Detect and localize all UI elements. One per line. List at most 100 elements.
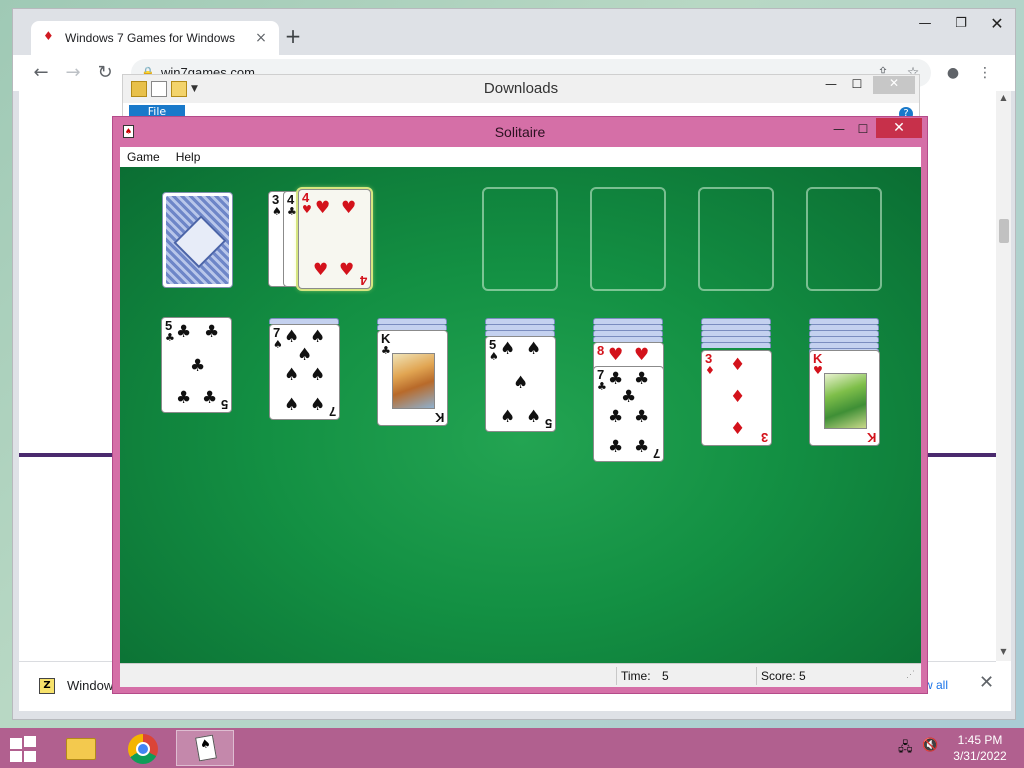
pip-club-icon: ♣ <box>190 356 206 376</box>
pip-spade-icon: ♠ <box>310 365 326 385</box>
pip-heart-icon: ♥ <box>634 345 650 365</box>
chrome-icon <box>128 734 158 764</box>
solitaire-titlebar: ♠ Solitaire — ☐ ✕ <box>113 117 927 147</box>
windows-logo-icon <box>24 751 36 762</box>
pip-spade-icon: ♠ <box>284 395 300 415</box>
browser-maximize-button[interactable]: ❐ <box>941 13 981 39</box>
pip-diamond-icon: ♦ <box>730 355 746 375</box>
taskbar-chrome[interactable] <box>114 730 172 766</box>
card-suit-icon: ♣ <box>381 344 391 357</box>
page-scrollbar[interactable]: ▲ ▼ <box>996 91 1011 661</box>
forward-arrow-icon[interactable]: → <box>61 61 85 85</box>
menu-game[interactable]: Game <box>127 150 160 164</box>
card-suit-icon: ♣ <box>287 205 297 218</box>
solitaire-title: Solitaire <box>494 124 546 140</box>
windows-logo-icon <box>10 738 22 749</box>
resize-grip-icon[interactable]: ⋰ <box>906 669 915 680</box>
pip-spade-icon: ♠ <box>310 327 326 347</box>
pip-club-icon: ♣ <box>608 437 624 457</box>
pip-club-icon: ♣ <box>608 369 624 389</box>
system-clock[interactable]: 1:45 PM 3/31/2022 <box>944 732 1016 764</box>
pip-heart-icon: ♥ <box>341 198 357 218</box>
download-item-name[interactable]: Window <box>67 678 113 693</box>
network-icon[interactable]: 🖧 <box>898 738 913 760</box>
pip-club-icon: ♣ <box>202 388 218 408</box>
card-rank-bottom: 3 <box>760 430 768 445</box>
tableau-card[interactable]: K ♣ K <box>377 330 448 426</box>
game-table[interactable]: 3 ♠ 4 ♣ 4 ♥ ♥ ♥ ♥ ♥ 4 5 ♣ ♣ ♣ ♣ ♣ ♣ 5 7 … <box>120 167 921 663</box>
tableau-card[interactable]: 7 ♣ ♣ ♣ ♣ ♣ ♣ ♣ ♣ 7 <box>593 366 664 462</box>
pip-heart-icon: ♥ <box>339 260 355 280</box>
kebab-menu-icon[interactable]: ⋮ <box>975 63 995 83</box>
taskbar-solitaire[interactable]: ♠ <box>176 730 234 766</box>
card-suit-icon: ♠ <box>273 338 283 351</box>
card-suit-icon: ♠ <box>489 350 499 363</box>
pip-spade-icon: ♠ <box>500 339 516 359</box>
explorer-maximize-button[interactable]: ☐ <box>843 77 871 91</box>
foundation-slot[interactable] <box>590 187 666 291</box>
zip-file-icon: Z <box>39 678 55 694</box>
taskbar-file-explorer[interactable] <box>52 730 110 766</box>
pip-club-icon: ♣ <box>634 369 650 389</box>
browser-close-button[interactable]: ✕ <box>977 13 1017 39</box>
tab-title: Windows 7 Games for Windows <box>65 31 236 45</box>
scrollbar-thumb[interactable] <box>999 219 1009 243</box>
foundation-slot[interactable] <box>482 187 558 291</box>
scroll-up-icon[interactable]: ▲ <box>998 93 1009 102</box>
chrome-icon-center <box>136 742 150 756</box>
reload-icon[interactable]: ↻ <box>93 61 117 85</box>
pip-heart-icon: ♥ <box>315 198 331 218</box>
stock-pile[interactable] <box>162 192 233 288</box>
pip-club-icon: ♣ <box>621 387 637 407</box>
windows-logo-icon <box>10 751 22 762</box>
back-arrow-icon[interactable]: ← <box>29 61 53 85</box>
tableau-card[interactable]: 5 ♠ ♠ ♠ ♠ ♠ ♠ 5 <box>485 336 556 432</box>
volume-muted-icon[interactable]: 🔇 <box>922 738 938 753</box>
tableau-card[interactable]: 7 ♠ ♠ ♠ ♠ ♠ ♠ ♠ ♠ 7 <box>269 324 340 420</box>
card-rank-bottom: 4 <box>359 273 367 288</box>
waste-top-card[interactable]: 4 ♥ ♥ ♥ ♥ ♥ 4 <box>298 189 371 289</box>
time-value: 5 <box>662 669 669 683</box>
solitaire-menubar: Game Help <box>120 147 921 167</box>
solitaire-card-icon: ♠ <box>195 734 217 762</box>
explorer-minimize-button[interactable]: — <box>817 77 845 91</box>
card-rank-bottom: K <box>866 430 876 445</box>
browser-minimize-button[interactable]: — <box>905 13 945 39</box>
status-separator <box>756 667 757 685</box>
foundation-slot[interactable] <box>698 187 774 291</box>
pip-spade-icon: ♠ <box>513 373 529 393</box>
card-suit-icon: ♥ <box>302 203 312 216</box>
solitaire-close-button[interactable]: ✕ <box>876 118 922 138</box>
pip-heart-icon: ♥ <box>313 260 329 280</box>
start-button[interactable] <box>8 736 38 762</box>
menu-help[interactable]: Help <box>176 150 201 164</box>
card-suit-icon: ♣ <box>165 331 175 344</box>
new-tab-button[interactable]: + <box>281 25 305 49</box>
browser-tab[interactable]: Windows 7 Games for Windows × <box>31 21 279 55</box>
face-down-card <box>701 342 771 348</box>
solitaire-window: ♠ Solitaire — ☐ ✕ Game Help 3 ♠ 4 ♣ 4 ♥ <box>112 116 928 694</box>
tableau-card[interactable]: 5 ♣ ♣ ♣ ♣ ♣ ♣ 5 <box>161 317 232 413</box>
pip-spade-icon: ♠ <box>526 407 542 427</box>
tableau-card[interactable]: K ♥ K <box>809 350 880 446</box>
card-rank-bottom: 5 <box>220 397 228 412</box>
tableau-card[interactable]: 3 ♦ ♦ ♦ ♦ 3 <box>701 350 772 446</box>
solitaire-maximize-button[interactable]: ☐ <box>849 120 877 138</box>
card-back-pattern <box>166 196 229 284</box>
status-separator <box>616 667 617 685</box>
king-artwork <box>824 373 867 429</box>
explorer-close-button[interactable]: ✕ <box>873 76 915 94</box>
card-suit-icon: ♥ <box>813 364 823 377</box>
tab-close-icon[interactable]: × <box>253 30 269 46</box>
foundation-slot[interactable] <box>806 187 882 291</box>
pip-diamond-icon: ♦ <box>730 419 746 439</box>
taskbar: ♠ 🖧 🔇 1:45 PM 3/31/2022 <box>0 728 1024 768</box>
pip-spade-icon: ♠ <box>297 345 313 365</box>
close-download-shelf-icon[interactable]: ✕ <box>979 672 994 693</box>
pip-club-icon: ♣ <box>634 407 650 427</box>
profile-avatar-icon[interactable]: ● <box>943 63 963 83</box>
pip-diamond-icon: ♦ <box>730 387 746 407</box>
scroll-down-icon[interactable]: ▼ <box>998 647 1009 656</box>
card-suit-icon: ♦ <box>705 364 715 377</box>
explorer-title: Downloads <box>483 80 559 97</box>
